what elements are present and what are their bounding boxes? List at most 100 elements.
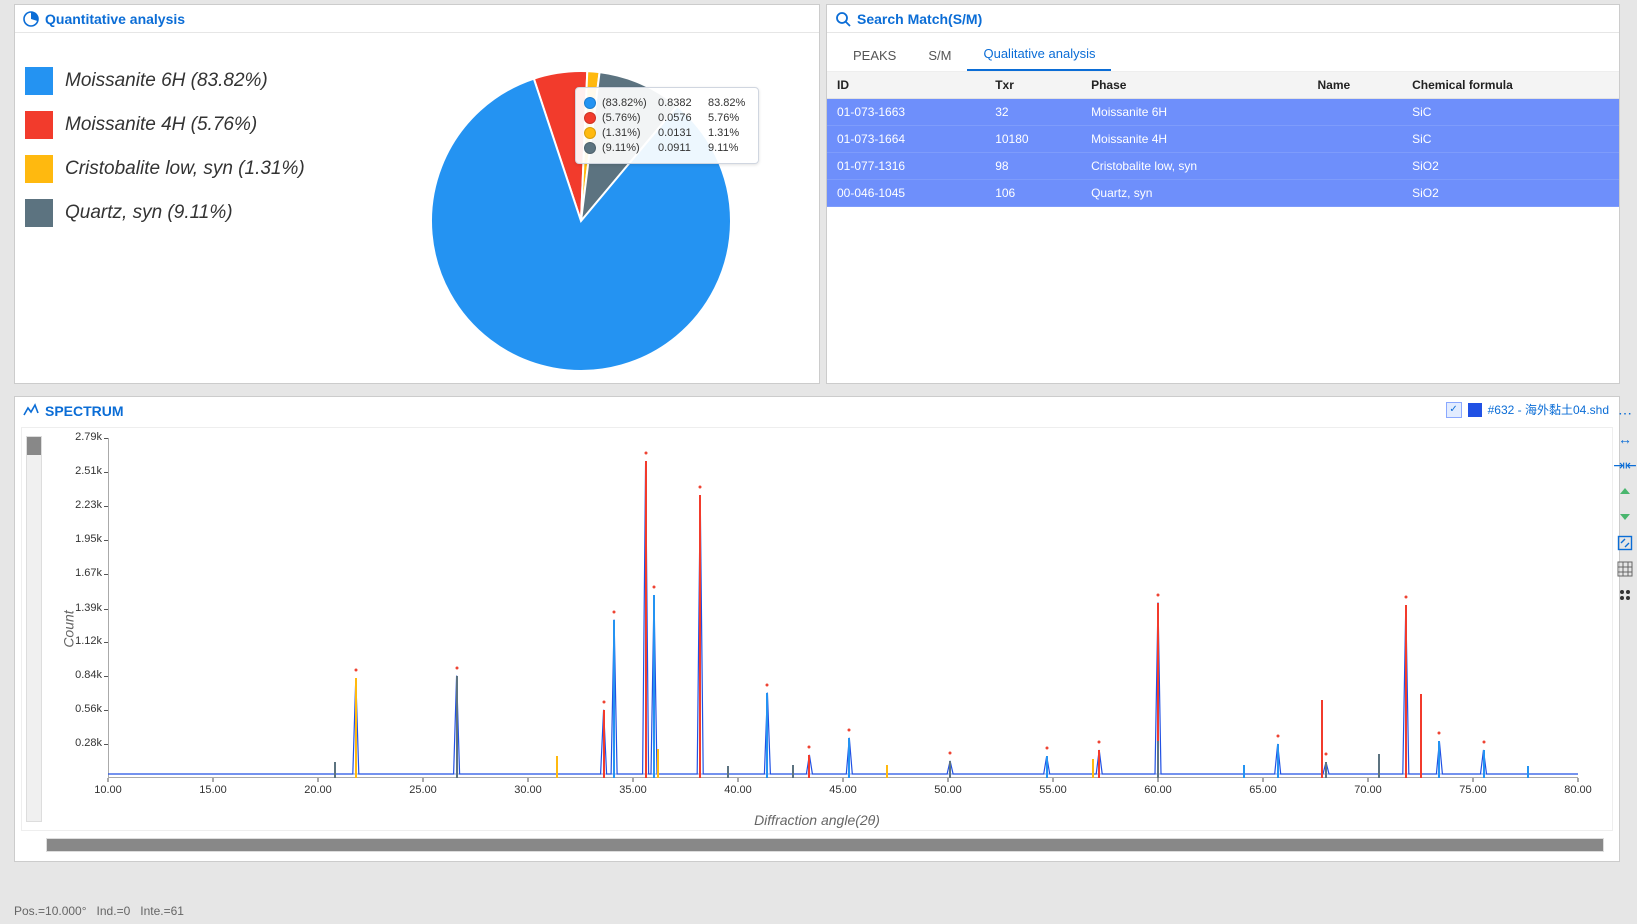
tab-qualitative-analysis[interactable]: Qualitative analysis — [967, 38, 1111, 71]
col-header[interactable]: Txr — [985, 72, 1081, 99]
x-tick-label: 70.00 — [1354, 784, 1382, 796]
spectrum-title: SPECTRUM — [45, 403, 124, 419]
tooltip-row: (9.11%)0.09119.11% — [584, 142, 750, 154]
search-icon — [835, 11, 851, 27]
x-tick-label: 20.00 — [304, 784, 332, 796]
search-tabs: PEAKSS/MQualitative analysis — [827, 33, 1619, 72]
quant-header: Quantitative analysis — [15, 5, 819, 33]
cell: 106 — [985, 180, 1081, 207]
horizontal-scrollbar[interactable] — [46, 838, 1604, 852]
table-header-row: IDTxrPhaseNameChemical formula — [827, 72, 1619, 99]
expand-horizontal-icon[interactable]: ↔ — [1616, 430, 1634, 448]
quantitative-panel: Quantitative analysis Moissanite 6H (83.… — [14, 4, 820, 384]
peak-up-icon[interactable] — [1616, 482, 1634, 500]
table-row[interactable]: 01-073-166332Moissanite 6H SiC — [827, 99, 1619, 126]
cell: SiC — [1402, 99, 1619, 126]
y-tick-label: 1.39k — [46, 602, 102, 614]
legend-item[interactable]: Quartz, syn (9.11%) — [25, 199, 385, 227]
cell: 00-046-1045 — [827, 180, 985, 207]
quant-legend: Moissanite 6H (83.82%) Moissanite 4H (5.7… — [25, 51, 385, 243]
legend-label: Moissanite 6H (83.82%) — [65, 70, 268, 92]
collapse-horizontal-icon[interactable]: ⇥⇤ — [1616, 456, 1634, 474]
vertical-scrollbar[interactable] — [26, 436, 42, 822]
table-row[interactable]: 01-077-131698Cristobalite low, synSiO2 — [827, 153, 1619, 180]
cell: 98 — [985, 153, 1081, 180]
y-tick-label: 2.51k — [46, 465, 102, 477]
fullscreen-icon[interactable] — [1616, 534, 1634, 552]
horizontal-scroll-thumb[interactable] — [47, 839, 1603, 851]
spectrum-header: SPECTRUM ✓ #632 - 海外黏土04.shd — [15, 397, 1619, 425]
cell: 01-073-1664 — [827, 126, 985, 153]
x-tick-label: 45.00 — [829, 784, 857, 796]
series-color-swatch — [1468, 403, 1482, 417]
search-table: IDTxrPhaseNameChemical formula 01-073-16… — [827, 72, 1619, 207]
pie-icon — [23, 11, 39, 27]
spectrum-file-toggle[interactable]: ✓ #632 - 海外黏土04.shd — [1446, 401, 1609, 418]
cell: SiO2 — [1402, 153, 1619, 180]
col-header[interactable]: ID — [827, 72, 985, 99]
col-header[interactable]: Phase — [1081, 72, 1307, 99]
search-header: Search Match(S/M) — [827, 5, 1619, 33]
col-header[interactable]: Chemical formula — [1402, 72, 1619, 99]
spectrum-plot[interactable]: 0.28k0.56k0.84k1.12k1.39k1.67k1.95k2.23k… — [108, 438, 1578, 778]
y-tick-label: 1.95k — [46, 533, 102, 545]
y-tick-label: 0.28k — [46, 737, 102, 749]
x-tick-label: 60.00 — [1144, 784, 1172, 796]
legend-item[interactable]: Moissanite 6H (83.82%) — [25, 67, 385, 95]
legend-item[interactable]: Cristobalite low, syn (1.31%) — [25, 155, 385, 183]
table-row[interactable]: 00-046-1045106Quartz, synSiO2 — [827, 180, 1619, 207]
cell — [1307, 153, 1402, 180]
status-pos: Pos.=10.000° — [14, 904, 87, 918]
legend-swatch — [25, 199, 53, 227]
spectrum-side-tools: ⋯ ↔ ⇥⇤ — [1615, 404, 1635, 604]
legend-label: Cristobalite low, syn (1.31%) — [65, 158, 305, 180]
cell — [1307, 126, 1402, 153]
status-ind: Ind.=0 — [97, 904, 131, 918]
four-dots-icon[interactable] — [1616, 586, 1634, 604]
tab-s-m[interactable]: S/M — [912, 40, 967, 71]
col-header[interactable]: Name — [1307, 72, 1402, 99]
tooltip-row: (1.31%)0.01311.31% — [584, 127, 750, 139]
cell: 01-073-1663 — [827, 99, 985, 126]
checkbox-icon[interactable]: ✓ — [1446, 402, 1462, 418]
cell: Moissanite 6H — [1081, 99, 1307, 126]
table-row[interactable]: 01-073-166410180Moissanite 4H SiC — [827, 126, 1619, 153]
x-tick-label: 10.00 — [94, 784, 122, 796]
x-tick-label: 30.00 — [514, 784, 542, 796]
cell: 32 — [985, 99, 1081, 126]
quant-pie: (83.82%)0.838283.82%(5.76%)0.05765.76%(1… — [421, 51, 801, 371]
search-match-panel: Search Match(S/M) PEAKSS/MQualitative an… — [826, 4, 1620, 384]
x-tick-label: 25.00 — [409, 784, 437, 796]
x-tick-label: 50.00 — [934, 784, 962, 796]
more-icon[interactable]: ⋯ — [1616, 404, 1634, 422]
spectrum-panel: SPECTRUM ✓ #632 - 海外黏土04.shd Count 0.28k… — [14, 396, 1620, 862]
cell: 10180 — [985, 126, 1081, 153]
search-title: Search Match(S/M) — [857, 11, 982, 27]
quant-title: Quantitative analysis — [45, 11, 185, 27]
spectrum-icon — [23, 403, 39, 419]
cell: 01-077-1316 — [827, 153, 985, 180]
grid-view-icon[interactable] — [1616, 560, 1634, 578]
vertical-scroll-thumb[interactable] — [27, 437, 41, 455]
cell: SiC — [1402, 126, 1619, 153]
cell — [1307, 180, 1402, 207]
x-tick-label: 65.00 — [1249, 784, 1277, 796]
quant-tooltip: (83.82%)0.838283.82%(5.76%)0.05765.76%(1… — [575, 87, 759, 164]
x-tick-label: 40.00 — [724, 784, 752, 796]
peak-down-icon[interactable] — [1616, 508, 1634, 526]
x-tick-label: 55.00 — [1039, 784, 1067, 796]
cell: Quartz, syn — [1081, 180, 1307, 207]
legend-item[interactable]: Moissanite 4H (5.76%) — [25, 111, 385, 139]
y-tick-label: 1.67k — [46, 567, 102, 579]
spectrum-file-label: #632 - 海外黏土04.shd — [1488, 401, 1609, 418]
tab-peaks[interactable]: PEAKS — [837, 40, 912, 71]
y-tick-label: 1.12k — [46, 635, 102, 647]
legend-label: Quartz, syn (9.11%) — [65, 202, 233, 224]
x-tick-label: 80.00 — [1564, 784, 1592, 796]
x-axis-label: Diffraction angle(2θ) — [754, 812, 880, 828]
cell — [1307, 99, 1402, 126]
legend-label: Moissanite 4H (5.76%) — [65, 114, 257, 136]
tooltip-row: (83.82%)0.838283.82% — [584, 97, 750, 109]
y-tick-label: 0.84k — [46, 669, 102, 681]
cell: Moissanite 4H — [1081, 126, 1307, 153]
